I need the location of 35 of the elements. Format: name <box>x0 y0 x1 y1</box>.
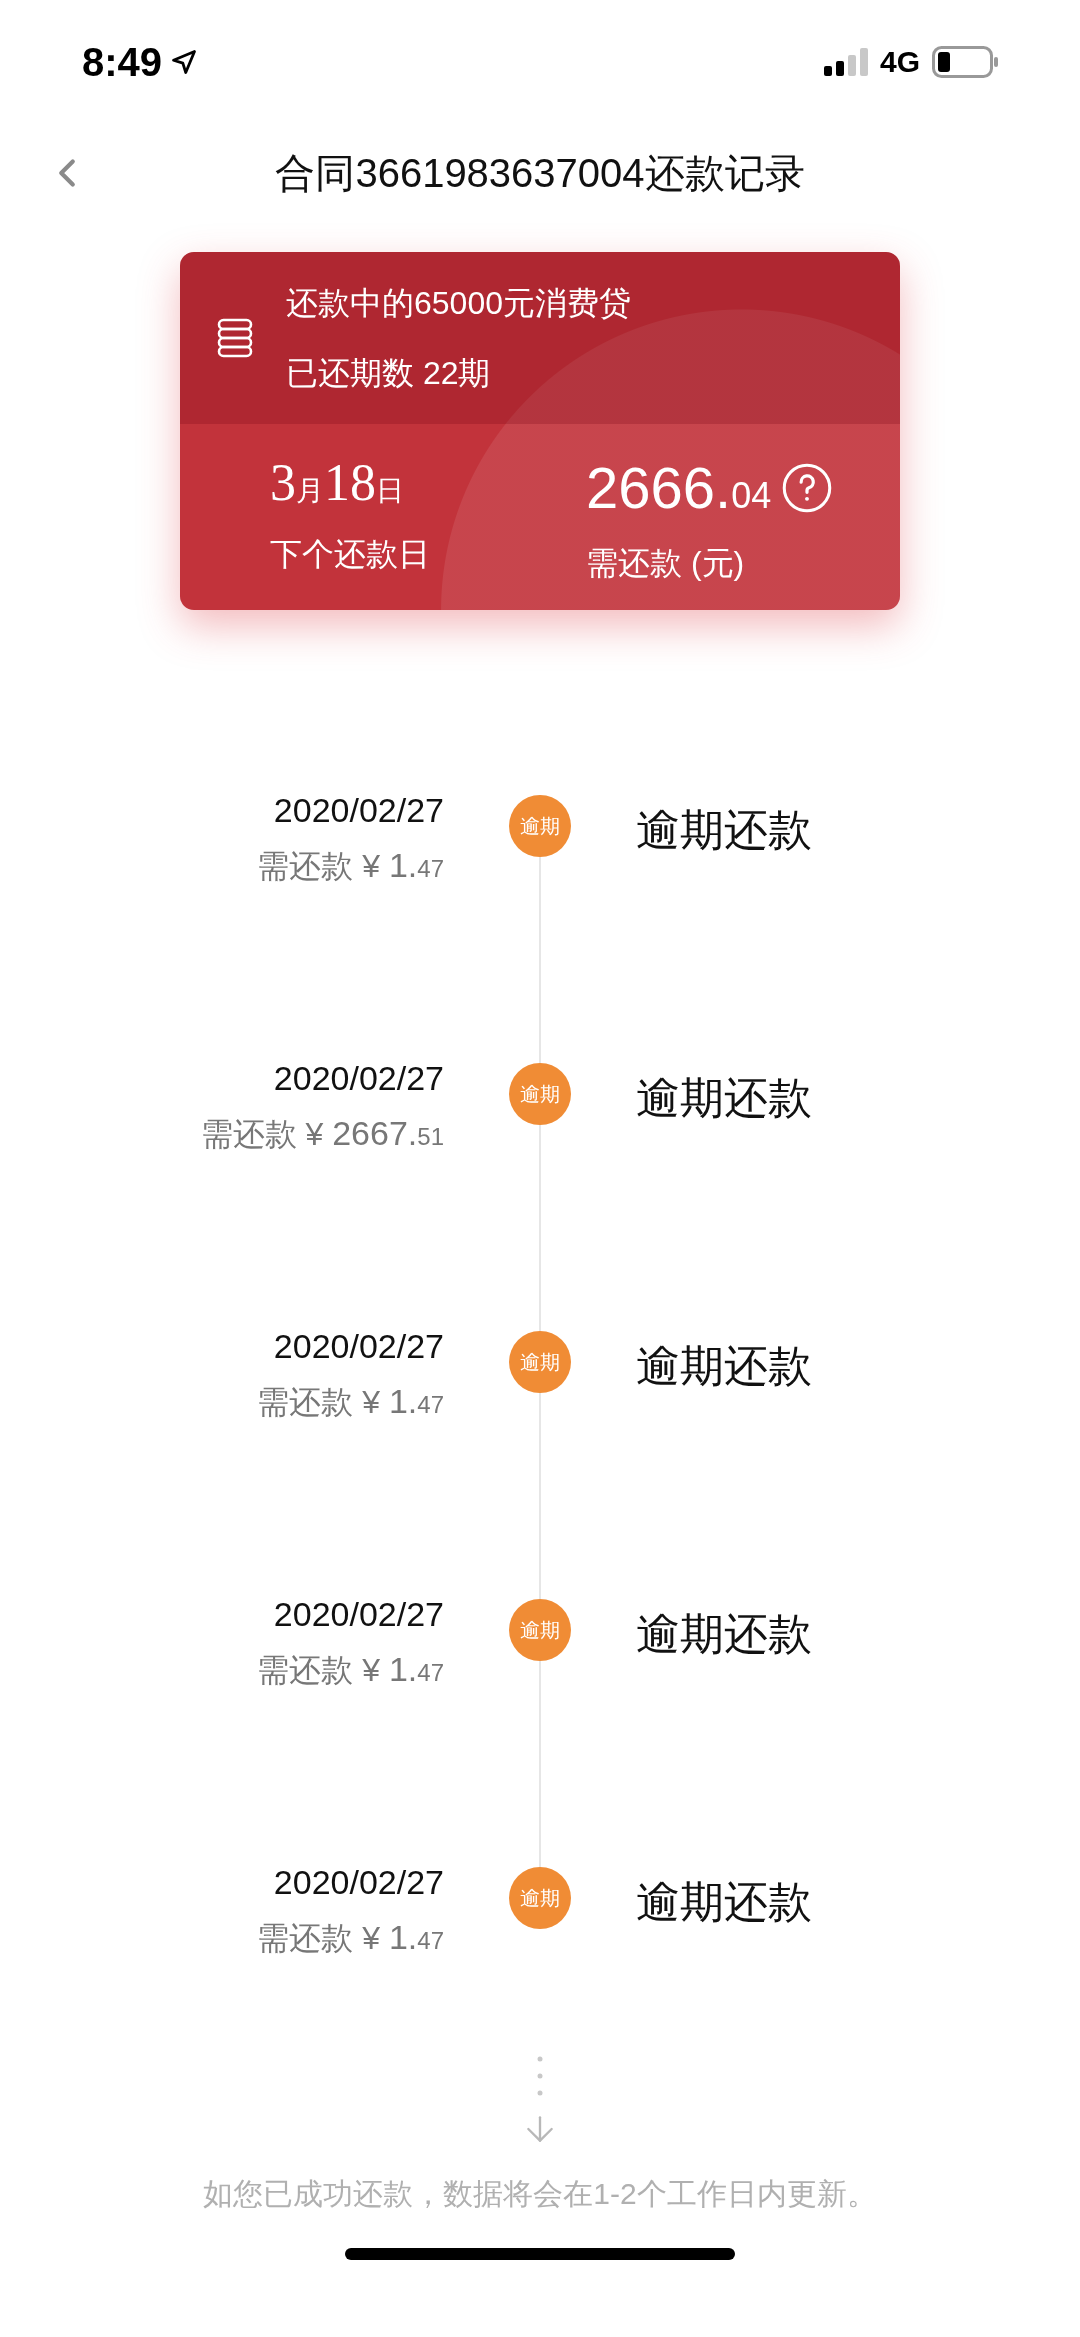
record-amount: 需还款 ¥ 1.47 <box>257 845 444 886</box>
record-status: 逾期还款 <box>636 1609 812 1658</box>
overdue-badge: 逾期 <box>509 795 571 857</box>
paid-periods: 已还期数 22期 <box>286 354 492 393</box>
record-amount: 需还款 ¥ 2667.51 <box>200 1113 444 1154</box>
status-time: 8:49 <box>82 38 163 86</box>
overdue-badge: 逾期 <box>509 1599 571 1661</box>
page-title: 合同3661983637004还款记录 <box>275 149 805 197</box>
next-due-label: 下个还款日 <box>270 535 431 574</box>
record-amount: 需还款 ¥ 1.47 <box>257 1917 444 1958</box>
overdue-badge: 逾期 <box>509 1063 571 1125</box>
battery-icon <box>932 45 998 78</box>
record-status: 逾期还款 <box>636 1341 812 1390</box>
overdue-badge: 逾期 <box>509 1867 571 1929</box>
footer-note: 如您已成功还款，数据将会在1-2个工作日内更新。 <box>203 2176 877 2212</box>
loan-title: 还款中的65000元消费贷 <box>286 284 631 323</box>
record-date: 2020/02/27 <box>273 1862 444 1903</box>
record-date: 2020/02/27 <box>273 1594 444 1635</box>
record-status: 逾期还款 <box>636 1073 812 1122</box>
record-status: 逾期还款 <box>636 1877 812 1926</box>
record-amount: 需还款 ¥ 1.47 <box>257 1649 444 1690</box>
record-date: 2020/02/27 <box>273 1058 444 1099</box>
amount-due-label: 需还款 (元) <box>586 544 746 583</box>
network-label: 4G <box>879 44 920 80</box>
amount-due: 2666.04 <box>586 454 772 522</box>
record-status: 逾期还款 <box>636 805 812 854</box>
record-date: 2020/02/27 <box>273 790 444 831</box>
overdue-badge: 逾期 <box>509 1331 571 1393</box>
coins-icon <box>216 316 254 360</box>
location-arrow-icon <box>170 47 199 76</box>
signal-icon <box>823 47 868 76</box>
next-due-date: 3月 18 日 <box>270 453 405 513</box>
help-icon[interactable] <box>781 461 834 514</box>
record-date: 2020/02/27 <box>273 1326 444 1367</box>
record-amount: 需还款 ¥ 1.47 <box>257 1381 444 1422</box>
